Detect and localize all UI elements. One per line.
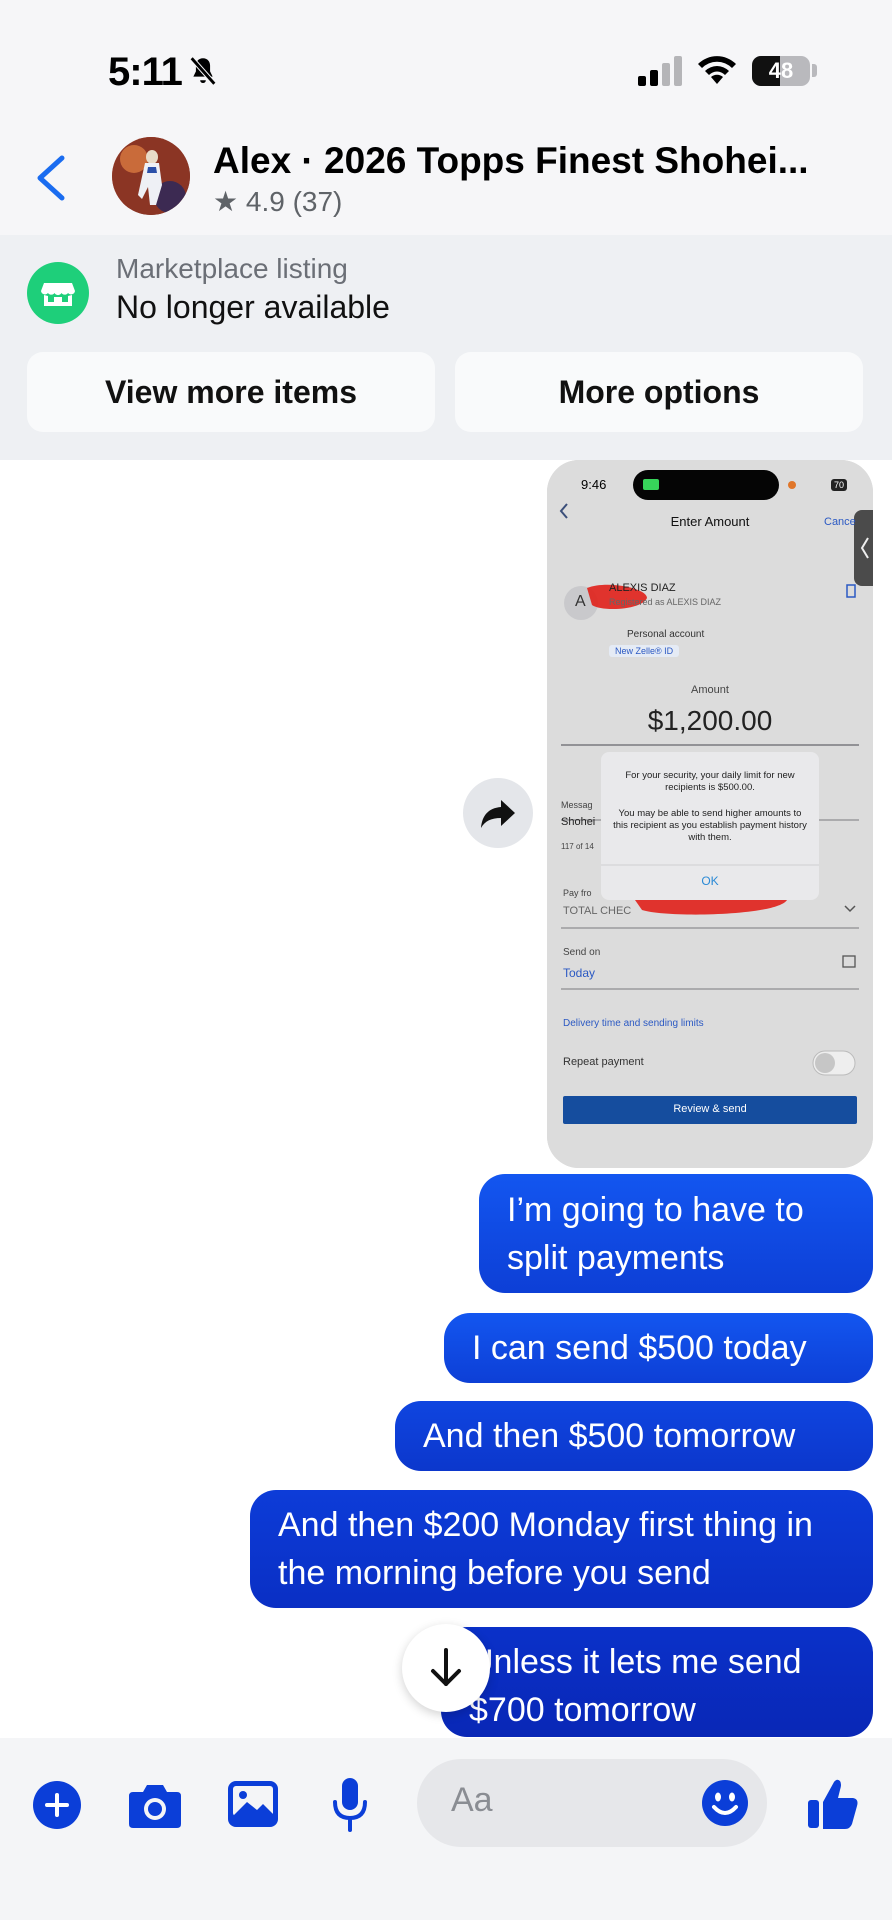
shot-message-value: Shohei: [561, 816, 596, 828]
message-input[interactable]: Aa: [417, 1759, 767, 1847]
battery-cap: [812, 64, 817, 77]
more-options-button[interactable]: More options: [455, 352, 863, 432]
back-icon[interactable]: [30, 150, 74, 206]
shot-recipient-name: ALEXIS DIAZ: [609, 582, 676, 594]
shot-battery: 70: [831, 479, 848, 491]
shot-send-on-value: Today: [563, 966, 596, 980]
marketplace-icon: [27, 262, 89, 324]
share-icon: [481, 800, 515, 828]
message-bubble[interactable]: And then $500 tomorrow: [395, 1401, 873, 1471]
battery-level: 48: [768, 58, 794, 83]
shot-cancel: Cance: [824, 516, 856, 528]
chat-title[interactable]: Alex · 2026 Topps Finest Shohei...: [213, 140, 853, 182]
wifi-icon: [698, 56, 736, 84]
shot-char-count: 117 of 14: [561, 842, 594, 851]
marketplace-banner: Marketplace listing No longer available …: [0, 235, 892, 460]
avatar[interactable]: [112, 137, 190, 215]
listing-status: No longer available: [116, 289, 390, 325]
chat-header: Alex · 2026 Topps Finest Shohei... ★ 4.9…: [0, 120, 892, 235]
shot-message-label: Messag: [561, 800, 593, 810]
shot-amount-label: Amount: [691, 684, 729, 696]
shot-zelle-badge: New Zelle® ID: [609, 645, 680, 657]
message-bubble[interactable]: Unless it lets me send $700 tomorrow: [441, 1627, 873, 1737]
message-bubble[interactable]: I’m going to have to split payments: [479, 1174, 873, 1293]
shot-registered: Registered as ALEXIS DIAZ: [609, 597, 722, 607]
shot-alert-line1: For your security, your daily limit for …: [625, 770, 795, 793]
shot-pay-from-label: Pay fro: [563, 888, 592, 898]
shot-repeat-label: Repeat payment: [563, 1056, 644, 1068]
scroll-down-icon: [431, 1648, 461, 1686]
shot-time: 9:46: [581, 477, 607, 492]
status-bar: 5:11 48: [0, 0, 892, 140]
shot-account-type: Personal account: [627, 629, 705, 640]
attached-screenshot[interactable]: 9:46 70 Enter Amount Cance A ALEXIS DIAZ…: [547, 460, 873, 1168]
listing-label: Marketplace listing: [116, 253, 348, 284]
battery-icon: 48: [752, 56, 810, 86]
shot-alert-ok: OK: [701, 874, 719, 888]
share-button[interactable]: [463, 778, 533, 848]
message-bubble[interactable]: And then $200 Monday first thing in the …: [250, 1490, 873, 1608]
shot-alert-line2: You may be able to send higher amounts t…: [613, 808, 807, 843]
shot-amount: $1,200.00: [647, 705, 773, 736]
composer: Aa: [0, 1738, 892, 1920]
scroll-down-button[interactable]: [402, 1624, 490, 1712]
like-icon[interactable]: [806, 1776, 860, 1832]
mic-icon[interactable]: [330, 1776, 370, 1834]
avatar-image: [112, 137, 190, 215]
bell-slash-icon: [189, 56, 217, 86]
camera-icon[interactable]: [127, 1780, 183, 1830]
message-input-placeholder: Aa: [451, 1781, 493, 1819]
gallery-icon[interactable]: [227, 1780, 279, 1828]
shot-recipient-initial: A: [575, 593, 586, 610]
shot-review-button: Review & send: [673, 1103, 747, 1115]
status-time: 5:11: [108, 50, 183, 94]
view-more-items-button[interactable]: View more items: [27, 352, 435, 432]
shot-send-on-label: Send on: [563, 947, 601, 958]
shot-delivery-link: Delivery time and sending limits: [563, 1018, 704, 1029]
plus-icon[interactable]: [32, 1780, 82, 1830]
signal-icon: [638, 56, 682, 86]
seller-rating: ★ 4.9 (37): [213, 186, 343, 217]
emoji-icon[interactable]: [701, 1779, 749, 1827]
message-bubble[interactable]: I can send $500 today: [444, 1313, 873, 1383]
shot-pay-from-value: TOTAL CHEC: [563, 905, 632, 917]
